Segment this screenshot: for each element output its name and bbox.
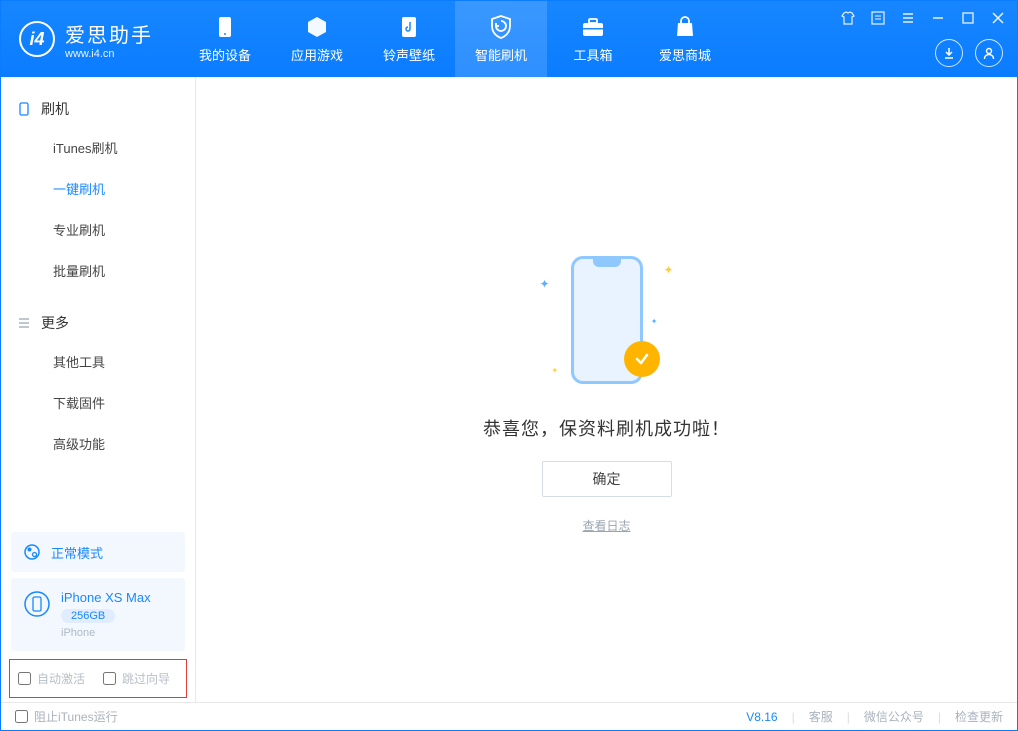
sparkle-icon: ✦ [663,263,673,277]
nav-label: 爱思商城 [659,45,711,64]
sidebar-item-itunes-flash[interactable]: iTunes刷机 [1,127,195,168]
sidebar-section-more: 更多 其他工具 下载固件 高级功能 [1,291,195,464]
feedback-icon[interactable] [869,9,887,27]
device-capacity: 256GB [61,609,115,623]
nav-apps[interactable]: 应用游戏 [271,1,363,77]
auto-activate-input[interactable] [18,672,31,685]
skip-guide-checkbox[interactable]: 跳过向导 [103,670,170,687]
sidebar-flash-list: iTunes刷机 一键刷机 专业刷机 批量刷机 [1,127,195,291]
main-content: ✦ ✦ ✦ ✦ 恭喜您，保资料刷机成功啦！ 确定 查看日志 [196,77,1017,702]
logo-text: 爱思助手 www.i4.cn [65,19,153,60]
version-label: V8.16 [746,710,777,724]
maximize-button[interactable] [959,9,977,27]
sidebar: 刷机 iTunes刷机 一键刷机 专业刷机 批量刷机 更多 其他工具 下载固件 … [1,77,196,702]
success-message: 恭喜您，保资料刷机成功啦！ [483,415,730,441]
device-area: 正常模式 iPhone XS Max 256GB iPhone 自动激活 跳过向… [1,526,195,702]
logo-icon: i4 [19,21,55,57]
sidebar-item-advanced[interactable]: 高级功能 [1,423,195,464]
music-icon [397,15,421,39]
divider: | [792,710,795,724]
sparkle-icon: ✦ [552,366,559,375]
footer-bar: 阻止iTunes运行 V8.16 | 客服 | 微信公众号 | 检查更新 [1,702,1017,730]
sidebar-item-pro-flash[interactable]: 专业刷机 [1,209,195,250]
device-type: iPhone [61,627,151,639]
nav-my-device[interactable]: 我的设备 [179,1,271,77]
list-icon [17,316,31,330]
success-check-icon [624,341,660,377]
auto-activate-label: 自动激活 [37,670,85,687]
nav-label: 工具箱 [573,45,612,64]
block-itunes-checkbox[interactable]: 阻止iTunes运行 [15,708,118,725]
divider: | [847,710,850,724]
auto-activate-checkbox[interactable]: 自动激活 [18,670,85,687]
device-name: iPhone XS Max [61,590,151,605]
sidebar-item-other-tools[interactable]: 其他工具 [1,341,195,382]
shield-icon [489,15,513,39]
device-icon [23,590,51,618]
minimize-button[interactable] [929,9,947,27]
skip-guide-input[interactable] [103,672,116,685]
support-link[interactable]: 客服 [809,708,833,725]
user-button[interactable] [975,39,1003,67]
sidebar-title: 刷机 [41,99,69,119]
sparkle-icon: ✦ [540,277,550,291]
body: 刷机 iTunes刷机 一键刷机 专业刷机 批量刷机 更多 其他工具 下载固件 … [1,77,1017,702]
sparkle-icon: ✦ [651,317,658,326]
nav-label: 我的设备 [199,45,251,64]
divider: | [938,710,941,724]
download-button[interactable] [935,39,963,67]
device-block[interactable]: iPhone XS Max 256GB iPhone [11,578,185,651]
options-highlight-box: 自动激活 跳过向导 [9,659,187,698]
success-illustration: ✦ ✦ ✦ ✦ [522,245,692,395]
menu-icon[interactable] [899,9,917,27]
nav-toolbox[interactable]: 工具箱 [547,1,639,77]
check-update-link[interactable]: 检查更新 [955,708,1003,725]
cube-icon [305,15,329,39]
main-nav: 我的设备 应用游戏 铃声壁纸 智能刷机 工具箱 爱思商城 [179,1,731,77]
view-log-link[interactable]: 查看日志 [582,517,630,534]
sidebar-item-batch-flash[interactable]: 批量刷机 [1,250,195,291]
nav-label: 铃声壁纸 [383,45,435,64]
device-info: iPhone XS Max 256GB iPhone [61,590,151,639]
window-controls [839,9,1007,27]
phone-outline-icon [17,102,31,116]
close-button[interactable] [989,9,1007,27]
block-itunes-input[interactable] [15,710,28,723]
nav-label: 应用游戏 [291,45,343,64]
ok-button[interactable]: 确定 [542,461,672,497]
mode-icon [23,543,41,561]
nav-smart-flash[interactable]: 智能刷机 [455,1,547,77]
sidebar-item-oneclick-flash[interactable]: 一键刷机 [1,168,195,209]
nav-ringtone[interactable]: 铃声壁纸 [363,1,455,77]
sidebar-more-list: 其他工具 下载固件 高级功能 [1,341,195,464]
wechat-link[interactable]: 微信公众号 [864,708,924,725]
sidebar-header-flash[interactable]: 刷机 [1,91,195,127]
sidebar-header-more[interactable]: 更多 [1,305,195,341]
toolbox-icon [581,15,605,39]
phone-icon [213,15,237,39]
mode-block[interactable]: 正常模式 [11,532,185,572]
skin-icon[interactable] [839,9,857,27]
footer-right: V8.16 | 客服 | 微信公众号 | 检查更新 [746,708,1003,725]
phone-notch [593,259,621,267]
bag-icon [673,15,697,39]
sidebar-title: 更多 [41,313,69,333]
skip-guide-label: 跳过向导 [122,670,170,687]
sidebar-section-flash: 刷机 iTunes刷机 一键刷机 专业刷机 批量刷机 [1,77,195,291]
nav-label: 智能刷机 [475,45,527,64]
app-logo[interactable]: i4 爱思助手 www.i4.cn [1,19,171,60]
sidebar-item-firmware[interactable]: 下载固件 [1,382,195,423]
block-itunes-label: 阻止iTunes运行 [34,708,118,725]
header-action-circles [935,39,1003,67]
app-name: 爱思助手 [65,19,153,48]
nav-store[interactable]: 爱思商城 [639,1,731,77]
header-bar: i4 爱思助手 www.i4.cn 我的设备 应用游戏 铃声壁纸 智能刷机 工具… [1,1,1017,77]
mode-label: 正常模式 [51,543,103,562]
app-site: www.i4.cn [65,48,153,60]
